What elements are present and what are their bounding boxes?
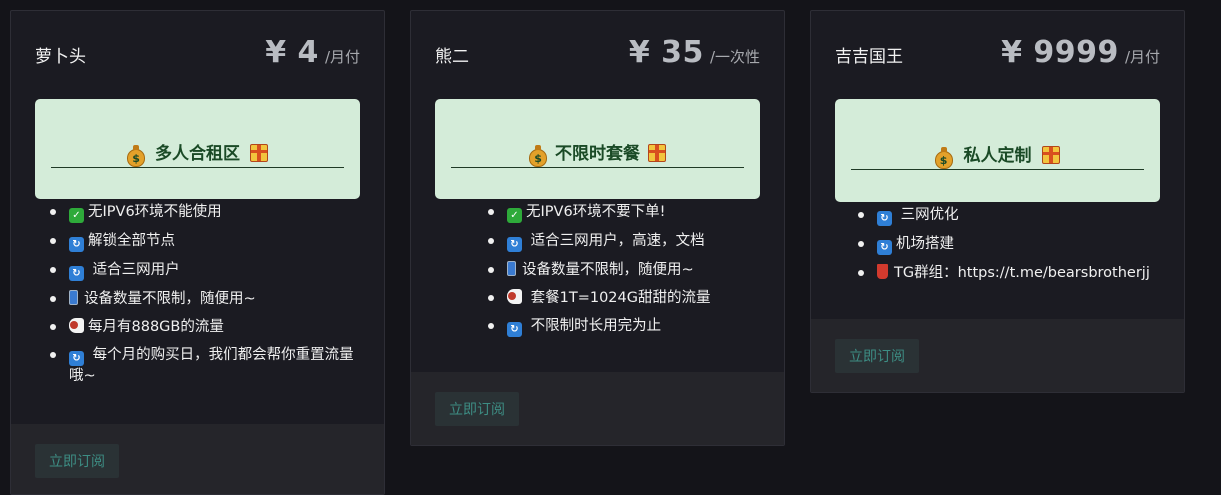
refresh-icon: ↻ (69, 351, 84, 366)
price-period: /月付 (1124, 48, 1160, 66)
plan-banner: $ 多人合租区 (35, 99, 360, 199)
check-icon: ✓ (507, 208, 522, 223)
list-item: ↻ 适合三网用户，高速，文档 (473, 231, 773, 252)
feature-text: 适合三网用户 (88, 262, 180, 278)
banner-label: 多人合租区 (155, 144, 240, 164)
plan-footer: 立即订阅 (411, 372, 784, 445)
plan-banner: $ 不限时套餐 (435, 99, 760, 199)
feature-text: 设备数量不限制，随便用~ (84, 291, 256, 307)
feature-list: ✓ 无IPV6环境不要下单! ↻ 适合三网用户，高速，文档 设备数量不限制，随便用… (473, 202, 773, 345)
phone-icon (507, 261, 516, 276)
money-bag-icon: $ (934, 147, 953, 169)
money-bag-icon: $ (529, 145, 548, 167)
subscribe-button[interactable]: 立即订阅 (35, 444, 119, 478)
list-item: 每月有888GB的流量 (35, 317, 365, 337)
feature-text: 套餐1T=1024G甜甜的流量 (526, 290, 711, 306)
subscribe-button[interactable]: 立即订阅 (435, 392, 519, 426)
plan-name: 吉吉国王 (835, 47, 903, 67)
list-item: 设备数量不限制，随便用~ (35, 289, 365, 309)
plan-price: ¥ 35/一次性 (629, 35, 760, 70)
list-item: ↻ 每个月的购买日，我们都会帮你重置流量哦~ (35, 345, 365, 386)
gift-icon (647, 144, 666, 162)
price-amount: ¥ 4 (265, 35, 319, 70)
list-item: ↻ 适合三网用户 (35, 260, 365, 281)
feature-text: 机场搭建 (896, 236, 954, 252)
price-amount: ¥ 9999 (1001, 35, 1119, 70)
banner-title: $ 不限时套餐 (435, 139, 760, 167)
plan-header: 萝卜头 ¥ 4/月付 (11, 11, 384, 97)
refresh-icon: ↻ (69, 266, 84, 281)
meat-icon (507, 289, 522, 304)
price-period: /月付 (324, 48, 360, 66)
money-bag-icon: $ (127, 145, 146, 167)
meat-icon (69, 318, 84, 333)
feature-text: 不限制时长用完为止 (526, 318, 662, 334)
plan-name: 熊二 (435, 47, 469, 67)
list-item: ✓ 无IPV6环境不能使用 (35, 202, 365, 223)
plan-card-jijiguowang: 吉吉国王 ¥ 9999/月付 $ 私人定制 ↻ 三网优化 ↻ 机场搭建 TG群组：… (810, 10, 1185, 393)
banner-divider (51, 167, 344, 168)
feature-text: 无IPV6环境不要下单! (526, 204, 666, 220)
plan-footer: 立即订阅 (11, 424, 384, 494)
feature-text: 适合三网用户，高速，文档 (526, 233, 705, 249)
feature-text: 三网优化 (896, 207, 959, 223)
banner-title: $ 私人定制 (835, 141, 1160, 169)
refresh-icon: ↻ (507, 322, 522, 337)
plan-banner: $ 私人定制 (835, 99, 1160, 202)
plan-card-xionger: 熊二 ¥ 35/一次性 $ 不限时套餐 ✓ 无IPV6环境不要下单! ↻ 适合三网… (410, 10, 785, 446)
list-item: 设备数量不限制，随便用~ (473, 260, 773, 280)
refresh-icon: ↻ (877, 211, 892, 226)
banner-label: 私人定制 (963, 146, 1032, 166)
list-item: TG群组：https://t.me/bearsbrotherjj (843, 263, 1183, 283)
feature-text: TG群组：https://t.me/bearsbrotherjj (894, 265, 1150, 281)
refresh-icon: ↻ (69, 237, 84, 252)
banner-divider (851, 169, 1144, 170)
refresh-icon: ↻ (507, 237, 522, 252)
subscribe-button[interactable]: 立即订阅 (835, 339, 919, 373)
cup-icon (877, 264, 888, 279)
list-item: 套餐1T=1024G甜甜的流量 (473, 288, 773, 308)
price-amount: ¥ 35 (628, 35, 704, 70)
feature-text: 解锁全部节点 (88, 233, 175, 249)
list-item: ↻ 不限制时长用完为止 (473, 316, 773, 337)
feature-text: 每月有888GB的流量 (88, 319, 224, 335)
plan-header: 吉吉国王 ¥ 9999/月付 (811, 11, 1184, 97)
plan-price: ¥ 9999/月付 (1001, 35, 1160, 70)
banner-label: 不限时套餐 (555, 144, 640, 164)
banner-divider (451, 167, 744, 168)
price-period: /一次性 (709, 48, 760, 66)
plan-header: 熊二 ¥ 35/一次性 (411, 11, 784, 97)
plan-card-luobotou: 萝卜头 ¥ 4/月付 $ 多人合租区 ✓ 无IPV6环境不能使用 ↻ 解锁全部节点 … (10, 10, 385, 495)
plan-name: 萝卜头 (35, 47, 86, 67)
feature-text: 设备数量不限制，随便用~ (522, 262, 694, 278)
check-icon: ✓ (69, 208, 84, 223)
plan-footer: 立即订阅 (811, 319, 1184, 392)
gift-icon (1042, 146, 1061, 164)
gift-icon (249, 144, 268, 162)
list-item: ↻ 三网优化 (843, 205, 1183, 226)
list-item: ↻ 解锁全部节点 (35, 231, 365, 252)
refresh-icon: ↻ (877, 240, 892, 255)
plan-price: ¥ 4/月付 (265, 35, 360, 70)
feature-list: ↻ 三网优化 ↻ 机场搭建 TG群组：https://t.me/bearsbrot… (843, 205, 1183, 291)
list-item: ✓ 无IPV6环境不要下单! (473, 202, 773, 223)
feature-text: 无IPV6环境不能使用 (88, 204, 222, 220)
banner-title: $ 多人合租区 (35, 139, 360, 167)
phone-icon (69, 290, 78, 305)
list-item: ↻ 机场搭建 (843, 234, 1183, 255)
feature-list: ✓ 无IPV6环境不能使用 ↻ 解锁全部节点 ↻ 适合三网用户 设备数量不限制，随便… (35, 202, 365, 394)
feature-text: 每个月的购买日，我们都会帮你重置流量哦~ (69, 347, 354, 384)
